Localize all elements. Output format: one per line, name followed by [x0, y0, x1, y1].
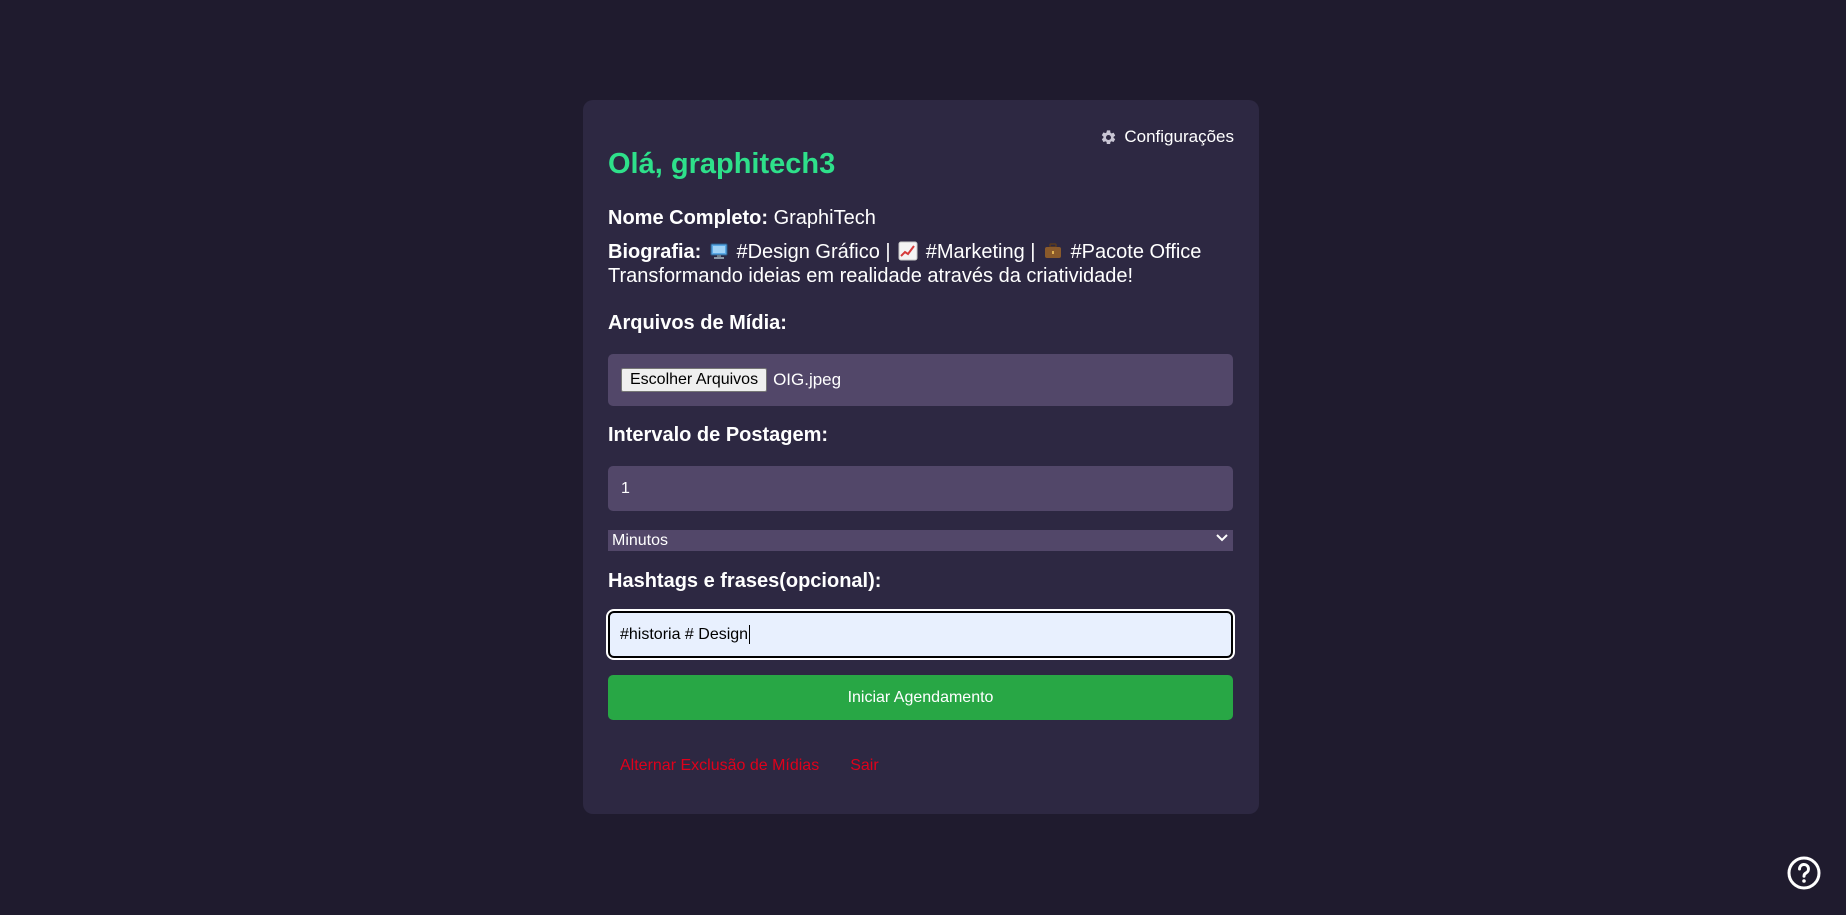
footer-links: Alternar Exclusão de Mídias Sair: [620, 757, 879, 775]
media-files-label: Arquivos de Mídia:: [608, 312, 787, 334]
gear-icon: [1100, 129, 1117, 146]
chevron-down-icon: [1215, 531, 1229, 550]
hashtags-input[interactable]: #historia # Design: [606, 609, 1235, 660]
posting-interval-label: Intervalo de Postagem:: [608, 424, 829, 446]
start-scheduling-button[interactable]: Iniciar Agendamento: [608, 675, 1233, 720]
help-button[interactable]: [1787, 856, 1821, 890]
settings-link[interactable]: Configurações: [1100, 127, 1234, 147]
logout-link[interactable]: Sair: [850, 757, 878, 775]
settings-label: Configurações: [1124, 127, 1234, 146]
greeting-title: Olá, graphitech3: [608, 148, 836, 180]
hashtags-label: Hashtags e frases(opcional):: [608, 570, 882, 592]
interval-number-input[interactable]: [608, 466, 1233, 511]
bio-design-tag: #Design Gráfico |: [736, 241, 891, 263]
full-name-value: GraphiTech: [773, 207, 876, 229]
text-caret: [749, 625, 751, 644]
bio-second-line: Transformando ideias em realidade atravé…: [608, 265, 1134, 287]
bio-marketing-tag: #Marketing |: [925, 241, 1036, 263]
profile-card: Configurações Olá, graphitech3 Nome Comp…: [583, 100, 1259, 814]
bio-line: Biografia: #Design Gráfico | #Marketing …: [608, 240, 1201, 267]
full-name-line: Nome Completo: GraphiTech: [608, 206, 876, 230]
choose-files-button[interactable]: Escolher Arquivos: [621, 368, 768, 392]
interval-unit-select[interactable]: Minutos: [608, 530, 1233, 551]
bio-label: Biografia:: [608, 241, 702, 263]
file-upload-field[interactable]: Escolher Arquivos OIG.jpeg: [608, 354, 1233, 406]
bio-office-tag: #Pacote Office: [1070, 241, 1202, 263]
selected-file-name: OIG.jpeg: [773, 370, 842, 389]
full-name-label: Nome Completo:: [608, 207, 768, 229]
hashtags-input-value: #historia # Design: [620, 625, 749, 643]
help-circle-icon: [1787, 856, 1821, 894]
toggle-media-deletion-link[interactable]: Alternar Exclusão de Mídias: [620, 757, 819, 775]
interval-unit-value: Minutos: [612, 531, 669, 549]
